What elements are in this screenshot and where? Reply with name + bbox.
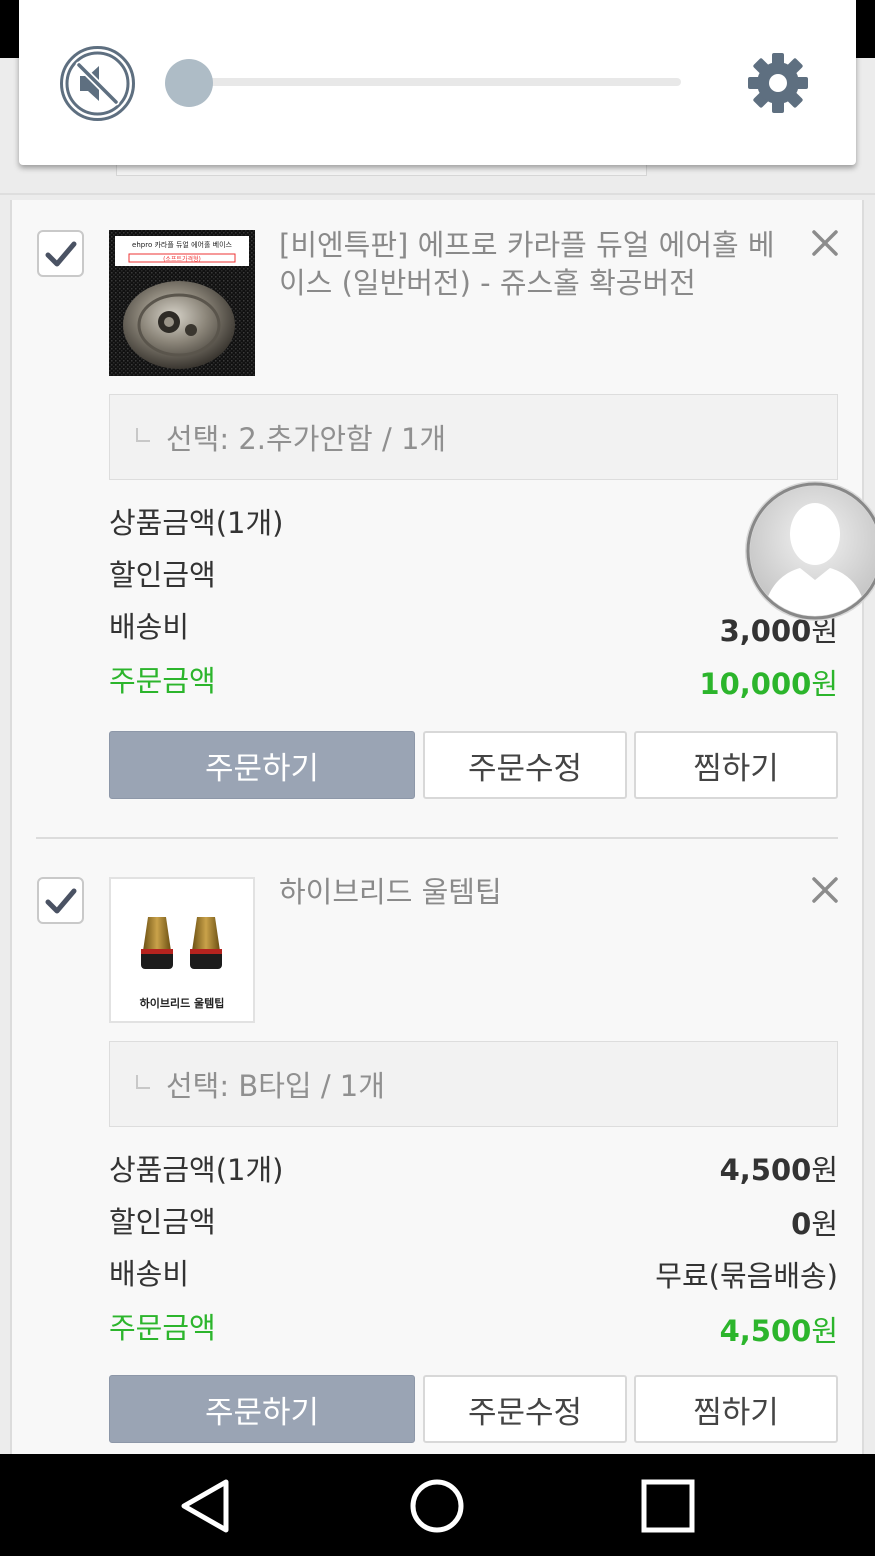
thumb-sub-caption: (소프트가격형)	[163, 256, 201, 263]
discount-label: 할인금액	[109, 558, 216, 592]
product-image	[109, 230, 255, 376]
volume-slider-thumb[interactable]	[165, 59, 213, 107]
remove-item-button[interactable]	[808, 226, 842, 260]
home-button[interactable]	[405, 1474, 469, 1542]
back-button[interactable]	[176, 1476, 236, 1540]
remove-item-button[interactable]	[808, 873, 842, 907]
item-divider	[36, 837, 838, 839]
volume-popup	[19, 0, 856, 165]
product-thumbnail[interactable]: ehpro 카라플 듀얼 에어홀 베이스 (소프트가격형)	[109, 230, 255, 376]
volume-slider[interactable]	[165, 59, 681, 107]
volume-muted-icon	[60, 46, 135, 121]
volume-slider-track	[187, 78, 681, 86]
volume-settings-button[interactable]	[747, 52, 809, 114]
gear-icon	[748, 53, 808, 113]
home-circle-icon	[410, 1479, 464, 1533]
cart-page: ehpro 카라플 듀얼 에어홀 베이스 (소프트가격형) [비엔특판] 에프로…	[0, 58, 875, 1454]
thumb-caption: 하이브리드 울템팁	[139, 997, 225, 1010]
shipping-value: 무료(묶음배송)	[655, 1259, 838, 1293]
checkmark-icon	[45, 888, 77, 914]
recent-apps-square-icon	[641, 1479, 695, 1533]
price-label: 상품금액(1개)	[109, 1153, 284, 1187]
product-thumbnail[interactable]: 하이브리드 울템팁	[109, 877, 255, 1023]
discount-value: 0원	[791, 1207, 838, 1241]
mute-toggle-button[interactable]	[59, 45, 136, 122]
order-total-label: 주문금액	[109, 664, 216, 698]
order-total-label: 주문금액	[109, 1311, 216, 1345]
option-box: 선택: 2.추가안함 / 1개	[109, 394, 838, 480]
floating-avatar[interactable]	[740, 476, 875, 626]
close-icon	[812, 230, 838, 256]
thumb-caption: ehpro 카라플 듀얼 에어홀 베이스	[132, 241, 232, 249]
price-value: 4,500원	[719, 1153, 838, 1187]
close-icon	[812, 877, 838, 903]
wishlist-button[interactable]: 찜하기	[634, 1375, 838, 1443]
back-triangle-icon	[181, 1479, 229, 1533]
navigation-bar	[0, 1454, 875, 1556]
shipping-label: 배송비	[109, 610, 190, 644]
avatar-icon	[745, 481, 875, 621]
option-text: 선택: B타입 / 1개	[166, 1069, 385, 1103]
order-total-value: 4,500원	[719, 1314, 838, 1348]
shipping-label: 배송비	[109, 1257, 190, 1291]
price-label: 상품금액(1개)	[109, 506, 284, 540]
item-checkbox[interactable]	[37, 877, 84, 924]
edit-order-button[interactable]: 주문수정	[423, 731, 627, 799]
item-checkbox[interactable]	[37, 230, 84, 277]
indent-corner-icon	[136, 1075, 150, 1089]
checkmark-icon	[45, 241, 77, 267]
product-name[interactable]: [비엔특판] 에프로 카라플 듀얼 에어홀 베이스 (일반버전) - 쥬스홀 확…	[279, 226, 779, 302]
header-divider	[0, 193, 875, 195]
option-box: 선택: B타입 / 1개	[109, 1041, 838, 1127]
option-text: 선택: 2.추가안함 / 1개	[166, 422, 447, 456]
order-button[interactable]: 주문하기	[109, 1375, 415, 1443]
discount-label: 할인금액	[109, 1205, 216, 1239]
edit-order-button[interactable]: 주문수정	[423, 1375, 627, 1443]
product-name[interactable]: 하이브리드 울템팁	[279, 873, 779, 911]
order-button[interactable]: 주문하기	[109, 731, 415, 799]
indent-corner-icon	[136, 428, 150, 442]
wishlist-button[interactable]: 찜하기	[634, 731, 838, 799]
recent-apps-button[interactable]	[638, 1476, 698, 1540]
order-total-value: 10,000원	[699, 667, 838, 701]
